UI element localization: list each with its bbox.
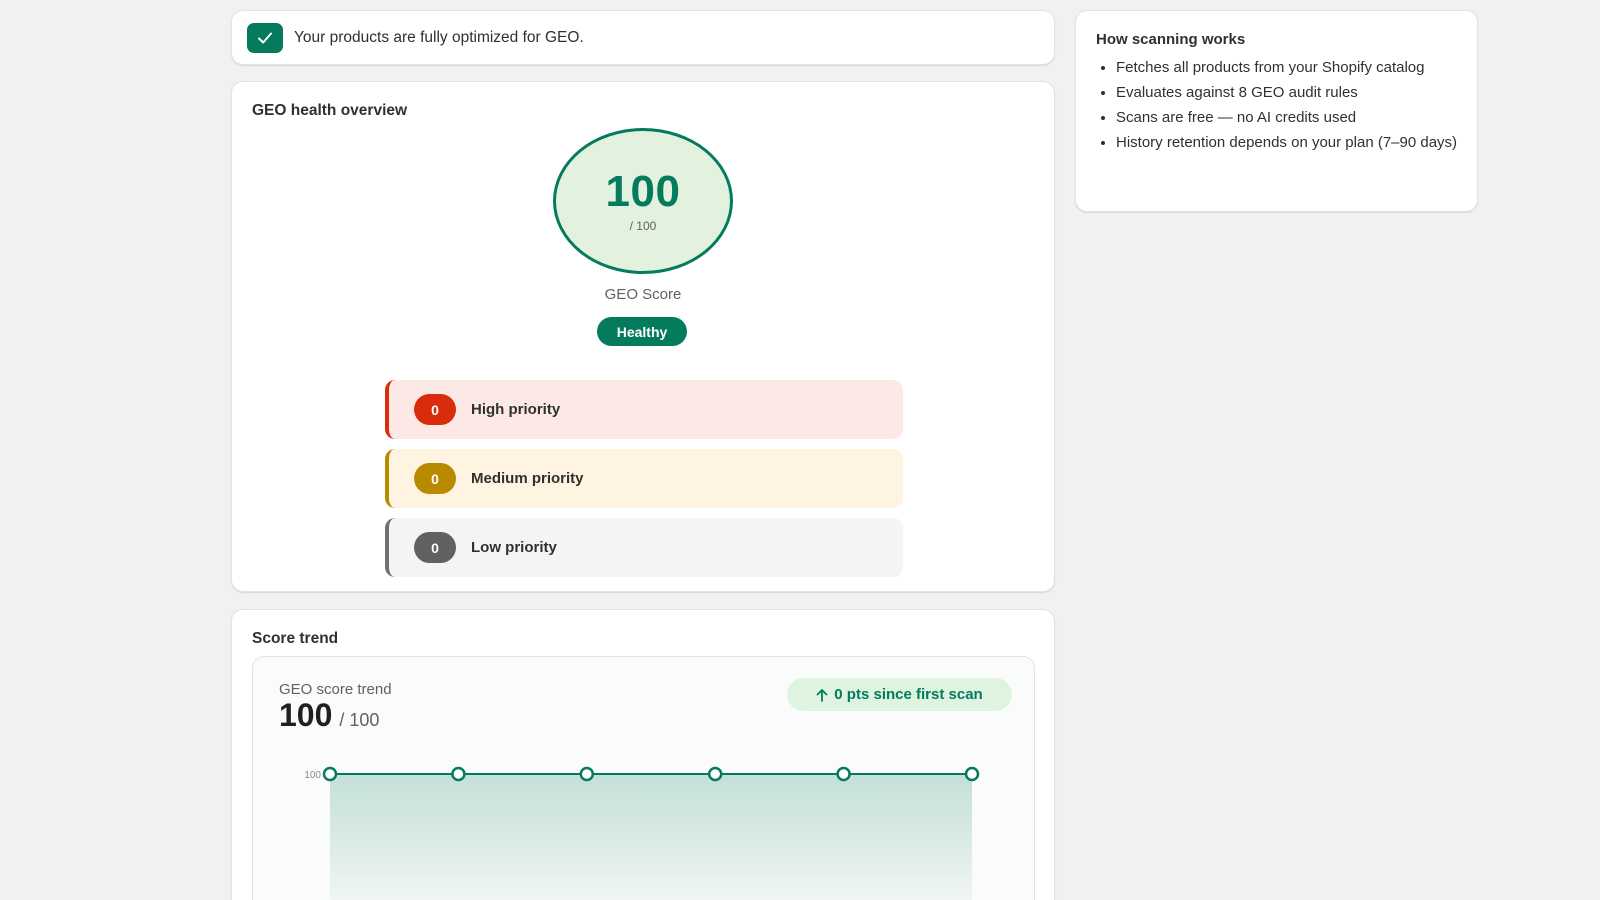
how-scanning-works-card: How scanning works Fetches all products …: [1075, 10, 1478, 212]
priority-row-low[interactable]: 0 Low priority: [385, 518, 903, 577]
low-priority-label: Low priority: [471, 539, 557, 556]
checkmark-icon: [247, 22, 283, 53]
trend-point[interactable]: [579, 766, 595, 782]
banner-message: Your products are fully optimized for GE…: [294, 28, 584, 46]
score-trend-card: Score trend GEO score trend 100 / 100 0 …: [231, 609, 1055, 900]
trend-point[interactable]: [322, 766, 338, 782]
low-priority-count: 0: [414, 532, 456, 563]
overview-title: GEO health overview: [252, 102, 408, 119]
list-item: Scans are free — no AI credits used: [1116, 107, 1466, 128]
list-item: History retention depends on your plan (…: [1116, 132, 1466, 153]
list-item: Fetches all products from your Shopify c…: [1116, 57, 1466, 78]
howto-title: How scanning works: [1096, 31, 1246, 48]
success-banner: Your products are fully optimized for GE…: [231, 10, 1055, 65]
trend-panel: GEO score trend 100 / 100 0 pts since fi…: [252, 656, 1035, 900]
priority-row-medium[interactable]: 0 Medium priority: [385, 449, 903, 508]
score-value: 100: [605, 167, 681, 216]
score-circle: 100 / 100: [553, 128, 733, 274]
y-tick-label: 100: [304, 770, 321, 781]
medium-priority-label: Medium priority: [471, 470, 584, 487]
trend-point[interactable]: [836, 766, 851, 782]
status-badge: Healthy: [597, 317, 687, 346]
medium-priority-count: 0: [414, 463, 456, 494]
trend-line-chart: 100: [304, 766, 980, 900]
score-max: / 100: [629, 219, 657, 233]
trend-point[interactable]: [707, 766, 723, 782]
high-priority-count: 0: [414, 394, 456, 425]
trend-area: [330, 774, 972, 900]
list-item: Evaluates against 8 GEO audit rules: [1116, 82, 1466, 103]
trend-title: Score trend: [252, 630, 339, 647]
geo-health-overview-card: GEO health overview 100 / 100 GEO Score …: [231, 81, 1055, 592]
howto-list: Fetches all products from your Shopify c…: [1116, 57, 1466, 157]
trend-point[interactable]: [451, 766, 466, 782]
page: Your products are fully optimized for GE…: [0, 0, 1600, 900]
high-priority-label: High priority: [471, 401, 561, 418]
priority-row-high[interactable]: 0 High priority: [385, 380, 903, 439]
trend-point[interactable]: [964, 766, 980, 782]
score-label: GEO Score: [604, 286, 682, 303]
